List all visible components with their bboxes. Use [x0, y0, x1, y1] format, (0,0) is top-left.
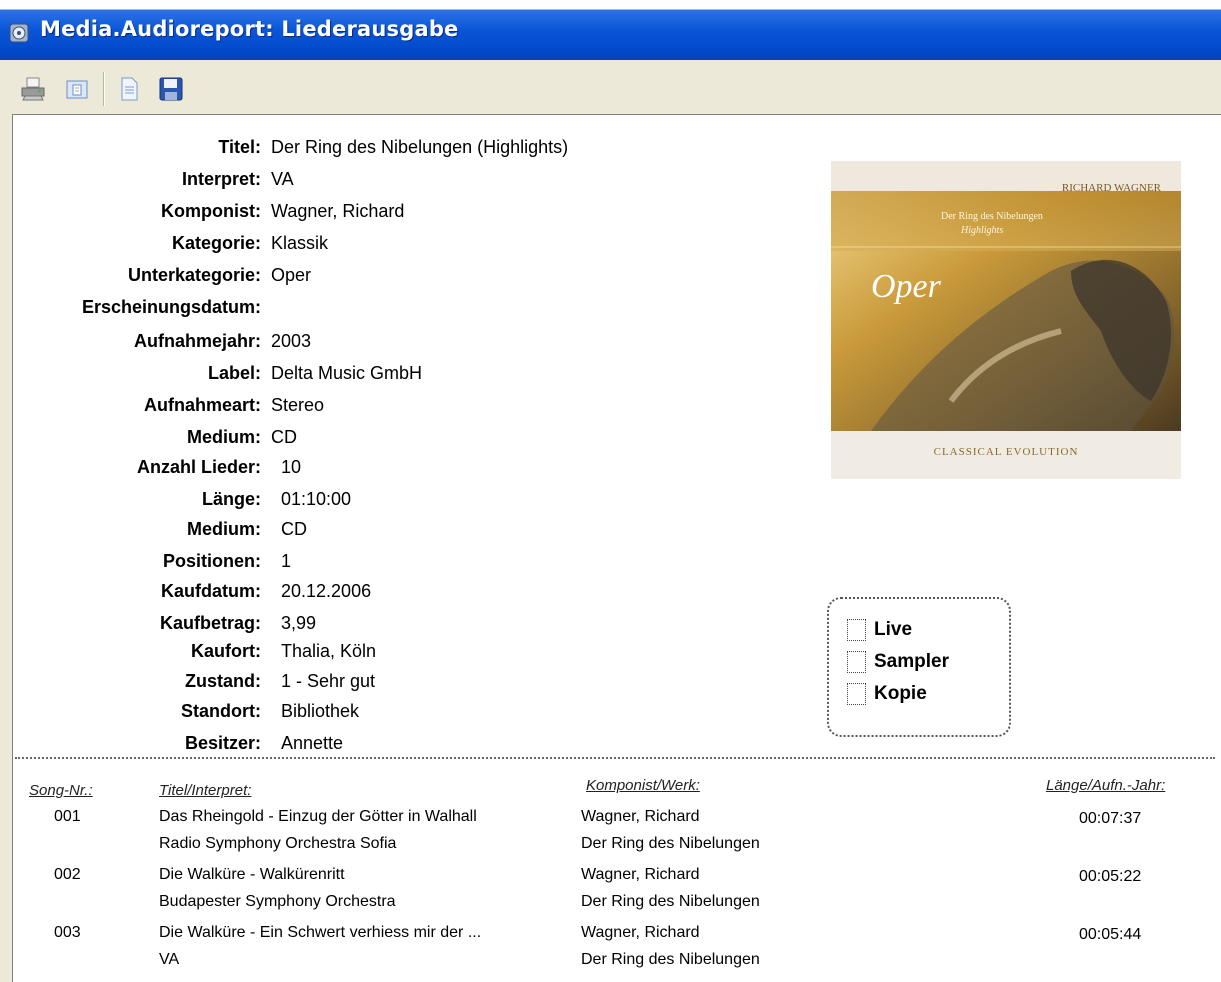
detail-label: Aufnahmejahr: — [133, 331, 261, 351]
detail-value: 01:10:00 — [281, 489, 352, 509]
detail-value: Annette — [281, 733, 344, 753]
song-nr-cell: 003 — [54, 924, 81, 941]
save-button[interactable] — [156, 74, 186, 104]
live-checkbox[interactable]: Live — [847, 619, 912, 641]
detail-label: Standort: — [181, 701, 261, 721]
kopie-checkbox[interactable]: Kopie — [847, 683, 927, 705]
song-composer-cell: Wagner, Richard — [581, 866, 700, 883]
col-header-song-nr: Song-Nr.: — [29, 782, 93, 799]
song-title-cell: Die Walküre - Ein Schwert verhiess mir d… — [159, 924, 482, 941]
detail-label: Erscheinungsdatum: — [81, 297, 261, 317]
song-nr-cell: 001 — [54, 808, 81, 825]
song-work-cell: Der Ring des Nibelungen — [581, 951, 760, 968]
detail-value: Wagner, Richard — [271, 201, 405, 221]
sampler-checkbox[interactable]: Sampler — [847, 651, 949, 673]
song-title-cell: Die Walküre - Walkürenritt — [159, 866, 345, 883]
cover-work-line2: Highlights — [960, 225, 1003, 236]
detail-label: Unterkategorie: — [127, 265, 261, 285]
detail-label: Positionen: — [163, 551, 261, 571]
album-cover: RICHARD WAGNER Der Ring des Nibelungen H… — [831, 161, 1181, 479]
detail-value: CD — [281, 519, 307, 539]
report-page: Titel: Der Ring des Nibelungen (Highlight… — [12, 114, 1221, 982]
checkbox-icon — [847, 651, 866, 673]
song-interpret-cell: VA — [159, 951, 180, 968]
song-length-cell: 00:05:44 — [1079, 926, 1142, 943]
sampler-label: Sampler — [874, 651, 949, 672]
detail-value: Delta Music GmbH — [271, 363, 423, 383]
live-label: Live — [874, 619, 913, 640]
song-composer-cell: Wagner, Richard — [581, 924, 700, 941]
col-header-length: Länge/Aufn.-Jahr: — [1046, 777, 1166, 794]
detail-label: Kategorie: — [171, 233, 261, 253]
print-button[interactable] — [18, 74, 48, 104]
song-work-cell: Der Ring des Nibelungen — [581, 893, 760, 910]
detail-value: 10 — [281, 457, 302, 477]
detail-label: Medium: — [187, 427, 261, 447]
detail-label: Besitzer: — [184, 733, 261, 753]
document-button[interactable] — [114, 74, 144, 104]
detail-label: Anzahl Lieder: — [136, 457, 261, 477]
cover-series: CLASSICAL EVOLUTION — [934, 446, 1079, 458]
detail-value: 1 — [281, 551, 292, 571]
detail-label: Titel: — [218, 137, 261, 157]
detail-value: 2003 — [271, 331, 312, 351]
detail-label: Kaufdatum: — [161, 581, 261, 601]
detail-value: CD — [271, 427, 297, 447]
detail-label: Kaufbetrag: — [159, 613, 261, 633]
cover-genre: Oper — [871, 268, 942, 305]
detail-label: Label: — [207, 363, 261, 383]
kopie-label: Kopie — [874, 683, 927, 704]
toolbar-separator — [103, 72, 105, 106]
detail-value: Stereo — [271, 395, 325, 415]
app-icon — [9, 23, 29, 43]
song-nr-cell: 002 — [54, 866, 81, 883]
detail-value: 20.12.2006 — [281, 581, 372, 601]
detail-label: Zustand: — [185, 671, 261, 691]
save-icon — [159, 77, 183, 101]
detail-value: Thalia, Köln — [281, 641, 377, 661]
song-composer-cell: Wagner, Richard — [581, 808, 700, 825]
song-length-cell: 00:05:22 — [1079, 868, 1142, 885]
section-divider — [15, 757, 1215, 759]
detail-value: Der Ring des Nibelungen (Highlights) — [271, 137, 569, 157]
detail-label: Medium: — [187, 519, 261, 539]
detail-value: Bibliothek — [281, 701, 360, 721]
flags-panel: Live Sampler Kopie — [827, 597, 1011, 737]
col-header-title: Titel/Interpret: — [159, 782, 252, 799]
song-work-cell: Der Ring des Nibelungen — [581, 835, 760, 852]
window-titlebar[interactable]: Media.Audioreport: Liederausgabe — [0, 0, 1221, 60]
detail-value: 3,99 — [281, 613, 317, 633]
song-interpret-cell: Radio Symphony Orchestra Sofia — [159, 835, 397, 852]
detail-label: Interpret: — [181, 169, 261, 189]
detail-label: Komponist: — [161, 201, 261, 221]
document-icon — [121, 77, 138, 101]
checkbox-icon — [847, 683, 866, 705]
col-header-composer: Komponist/Werk: — [586, 777, 700, 794]
printer-icon — [21, 77, 45, 101]
song-length-cell: 00:07:37 — [1079, 810, 1142, 827]
checkbox-icon — [847, 619, 866, 641]
detail-value: Klassik — [271, 233, 329, 253]
song-title-cell: Das Rheingold - Einzug der Götter in Wal… — [159, 808, 477, 825]
detail-label: Länge: — [201, 489, 261, 509]
song-interpret-cell: Budapester Symphony Orchestra — [159, 893, 396, 910]
cover-art: RICHARD WAGNER Der Ring des Nibelungen H… — [831, 161, 1181, 479]
detail-value: Oper — [271, 265, 312, 285]
page-view-icon — [66, 80, 88, 99]
window-title: Media.Audioreport: Liederausgabe — [40, 17, 459, 41]
detail-label: Kaufort: — [191, 641, 261, 661]
detail-label: Aufnahmeart: — [143, 395, 261, 415]
cover-work-line1: Der Ring des Nibelungen — [941, 211, 1043, 222]
detail-value: 1 - Sehr gut — [281, 671, 376, 691]
page-view-button[interactable] — [62, 74, 92, 104]
cover-composer: RICHARD WAGNER — [1062, 182, 1162, 194]
detail-value: VA — [271, 169, 294, 189]
